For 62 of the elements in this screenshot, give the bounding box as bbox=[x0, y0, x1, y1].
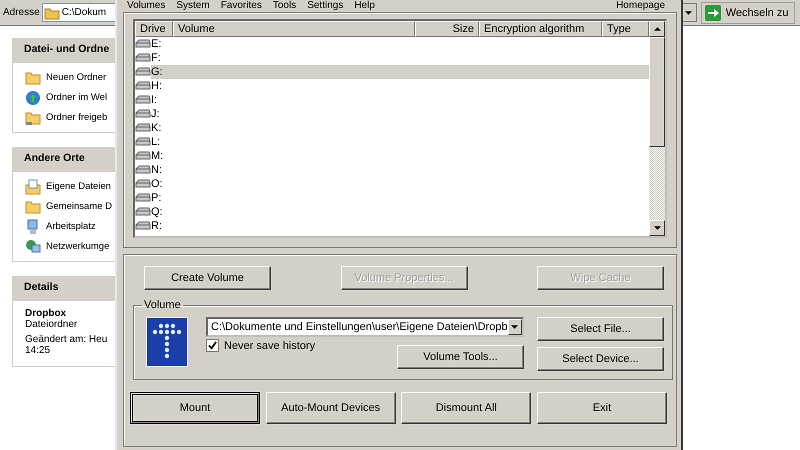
caret-icon bbox=[511, 325, 518, 329]
globe-icon bbox=[25, 90, 41, 106]
column-header[interactable]: Volume bbox=[173, 21, 415, 37]
action-button[interactable]: Mount bbox=[130, 392, 260, 424]
select-file-button[interactable]: Select File... bbox=[537, 317, 664, 341]
caret-icon bbox=[685, 10, 692, 14]
documents-icon bbox=[25, 178, 41, 194]
task-link[interactable]: Eigene Dateien bbox=[46, 181, 111, 192]
drive-row[interactable]: I: bbox=[151, 93, 649, 107]
drive-row[interactable]: L: bbox=[151, 135, 649, 149]
column-header[interactable]: Type bbox=[602, 21, 649, 37]
drive-row[interactable]: G: bbox=[151, 65, 649, 79]
modified-time: 14:25 bbox=[25, 345, 52, 356]
action-button[interactable]: Exit bbox=[536, 392, 667, 424]
menu-item[interactable]: Tools bbox=[272, 0, 296, 12]
go-button[interactable]: Wechseln zu bbox=[700, 2, 796, 24]
scrollbar[interactable] bbox=[649, 21, 665, 236]
action-button[interactable]: Auto-Mount Devices bbox=[266, 392, 396, 424]
volume-path-field[interactable]: C:\Dokumente und Einstellungen\user\Eigene Dateien\Dropb bbox=[206, 317, 524, 337]
task-link[interactable]: Neuen Ordner bbox=[46, 72, 106, 83]
drive-row[interactable]: R: bbox=[151, 219, 649, 233]
folder-icon bbox=[25, 70, 41, 86]
scroll-down-icon bbox=[654, 226, 660, 230]
address-label: Adresse bbox=[3, 7, 40, 18]
network-icon bbox=[25, 238, 41, 254]
column-header[interactable]: Encryption algorithm bbox=[479, 21, 602, 37]
menu-item[interactable]: Favorites bbox=[220, 0, 262, 12]
folder-icon bbox=[25, 198, 41, 214]
drive-row[interactable]: J: bbox=[151, 107, 649, 121]
select-device-button[interactable]: Select Device... bbox=[537, 347, 664, 371]
task-link[interactable]: Gemeinsame D bbox=[46, 201, 112, 212]
drive-row[interactable]: N: bbox=[151, 163, 649, 177]
drive-row[interactable]: F: bbox=[151, 51, 649, 65]
task-link[interactable]: Netzwerkumge bbox=[46, 241, 110, 252]
task-link[interactable]: Ordner freigeb bbox=[46, 112, 108, 123]
drive-row[interactable]: P: bbox=[151, 191, 649, 205]
checkbox[interactable] bbox=[206, 339, 219, 352]
menu-item[interactable]: Help bbox=[354, 0, 375, 12]
drive-row[interactable]: E: bbox=[151, 37, 649, 51]
drive-row[interactable]: M: bbox=[151, 149, 649, 163]
logo-icon bbox=[146, 317, 188, 367]
volume-tools-button[interactable]: Volume Tools... bbox=[397, 345, 524, 369]
column-header[interactable]: Drive bbox=[135, 21, 173, 37]
homepage-link[interactable]: Homepage bbox=[616, 0, 665, 12]
task-link[interactable]: Arbeitsplatz bbox=[46, 221, 96, 232]
task-link[interactable]: Ordner im Wel bbox=[46, 92, 108, 103]
column-header[interactable]: Size bbox=[415, 21, 479, 37]
menu-item[interactable]: System bbox=[176, 0, 210, 12]
drive-row[interactable]: H: bbox=[151, 79, 649, 93]
folder-icon bbox=[25, 110, 41, 126]
menu-item[interactable]: Volumes bbox=[127, 0, 166, 12]
menu-item[interactable]: Settings bbox=[307, 0, 344, 12]
drive-row[interactable]: O: bbox=[151, 177, 649, 191]
checkbox-label: Never save history bbox=[224, 340, 316, 352]
folder-type: Dateiordner bbox=[25, 319, 78, 330]
folder-name: Dropbox bbox=[25, 308, 68, 319]
drive-row[interactable]: Q: bbox=[151, 205, 649, 219]
action-button[interactable]: Create Volume bbox=[144, 266, 271, 290]
group-title: Volume bbox=[143, 299, 182, 311]
modified-date: Geändert am: Heu bbox=[25, 334, 108, 345]
action-button[interactable]: Dismount All bbox=[401, 392, 532, 424]
drive-row[interactable]: K: bbox=[151, 121, 649, 135]
